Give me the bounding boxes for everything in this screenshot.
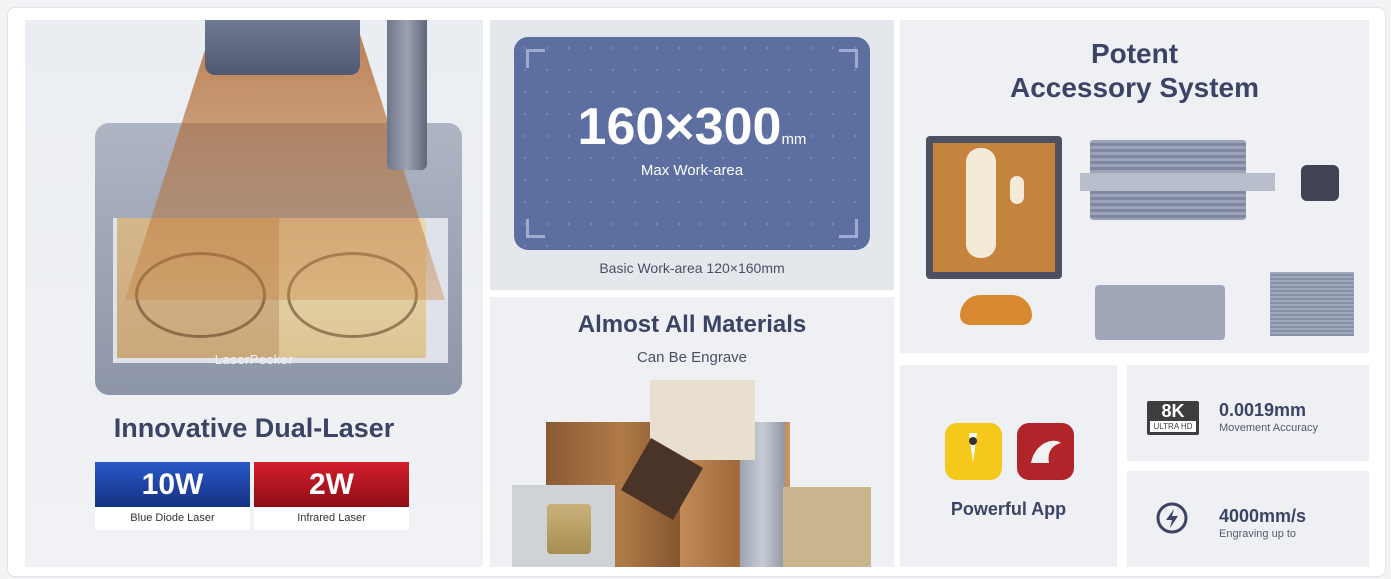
- 8k-ultra-hd-icon: 8K ULTRA HD: [1147, 401, 1199, 435]
- infrared-laser-name: Infrared Laser: [254, 507, 409, 530]
- badge-ultrahd-text: ULTRA HD: [1150, 421, 1196, 432]
- rotary-accessory: [1095, 285, 1225, 340]
- accessory-panel: Potent Accessory System: [900, 20, 1369, 353]
- dual-laser-title: Innovative Dual-Laser: [113, 413, 395, 443]
- accessory-title-line2: Accessory System: [1009, 72, 1260, 103]
- work-area-size: 160×300: [577, 98, 782, 156]
- speed-panel: 4000mm/s Engraving up to: [1127, 471, 1369, 567]
- material-brass: [547, 504, 591, 554]
- dual-laser-panel: LaserPecker Innovative Dual-Laser 10W Bl…: [25, 20, 483, 567]
- materials-panel: Almost All Materials Can Be Engrave: [490, 297, 894, 567]
- app-label: Powerful App: [950, 499, 1067, 519]
- accuracy-caption: Movement Accuracy: [1219, 422, 1319, 434]
- lightning-icon: [1155, 501, 1189, 535]
- speed-value: 4000mm/s: [1219, 506, 1307, 526]
- speed-caption: Engraving up to: [1219, 528, 1297, 540]
- honeycomb-accessory: [1270, 272, 1354, 336]
- blue-laser-name: Blue Diode Laser: [95, 507, 250, 530]
- controller-accessory: [1301, 165, 1339, 201]
- accessory-title: Potent Accessory System: [900, 37, 1369, 105]
- accuracy-panel: 8K ULTRA HD 0.0019mm Movement Accuracy: [1127, 365, 1369, 461]
- max-work-area-label: Max Work-area: [640, 162, 744, 179]
- device-column: [387, 20, 427, 170]
- laserpecker-app-icon[interactable]: [945, 423, 1002, 480]
- blue-laser-spec: 10W Blue Diode Laser: [95, 462, 250, 530]
- material-metal-plate: [783, 487, 871, 567]
- work-area-unit: mm: [781, 131, 807, 148]
- work-area-card: 160×300mm Max Work-area: [514, 37, 870, 250]
- materials-subtitle: Can Be Engrave: [636, 349, 748, 366]
- max-work-area-value: 160×300mm: [514, 97, 870, 157]
- infrared-laser-power: 2W: [254, 462, 409, 507]
- accessory-title-line1: Potent: [1090, 38, 1179, 69]
- frame-corner-icon: [526, 49, 545, 68]
- materials-title: Almost All Materials: [577, 311, 807, 338]
- frame-corner-icon: [526, 219, 545, 238]
- basic-work-area: Basic Work-area 120×160mm: [599, 260, 785, 276]
- frame-corner-icon: [839, 219, 858, 238]
- accuracy-value: 0.0019mm: [1219, 400, 1307, 420]
- work-area-panel: 160×300mm Max Work-area Basic Work-area …: [490, 20, 894, 290]
- brand-label: LaserPecker: [214, 352, 294, 367]
- frame-corner-icon: [839, 49, 858, 68]
- safety-goggles-accessory: [960, 295, 1032, 325]
- dragon-app-icon[interactable]: [1017, 423, 1074, 480]
- slide-rail-accessory: [1080, 173, 1275, 191]
- app-panel: Powerful App: [900, 365, 1117, 567]
- badge-8k-text: 8K: [1161, 401, 1185, 421]
- infrared-laser-spec: 2W Infrared Laser: [254, 462, 409, 530]
- laser-head: [205, 20, 360, 75]
- blue-laser-power: 10W: [95, 462, 250, 507]
- enclosure-accessory: [926, 136, 1062, 279]
